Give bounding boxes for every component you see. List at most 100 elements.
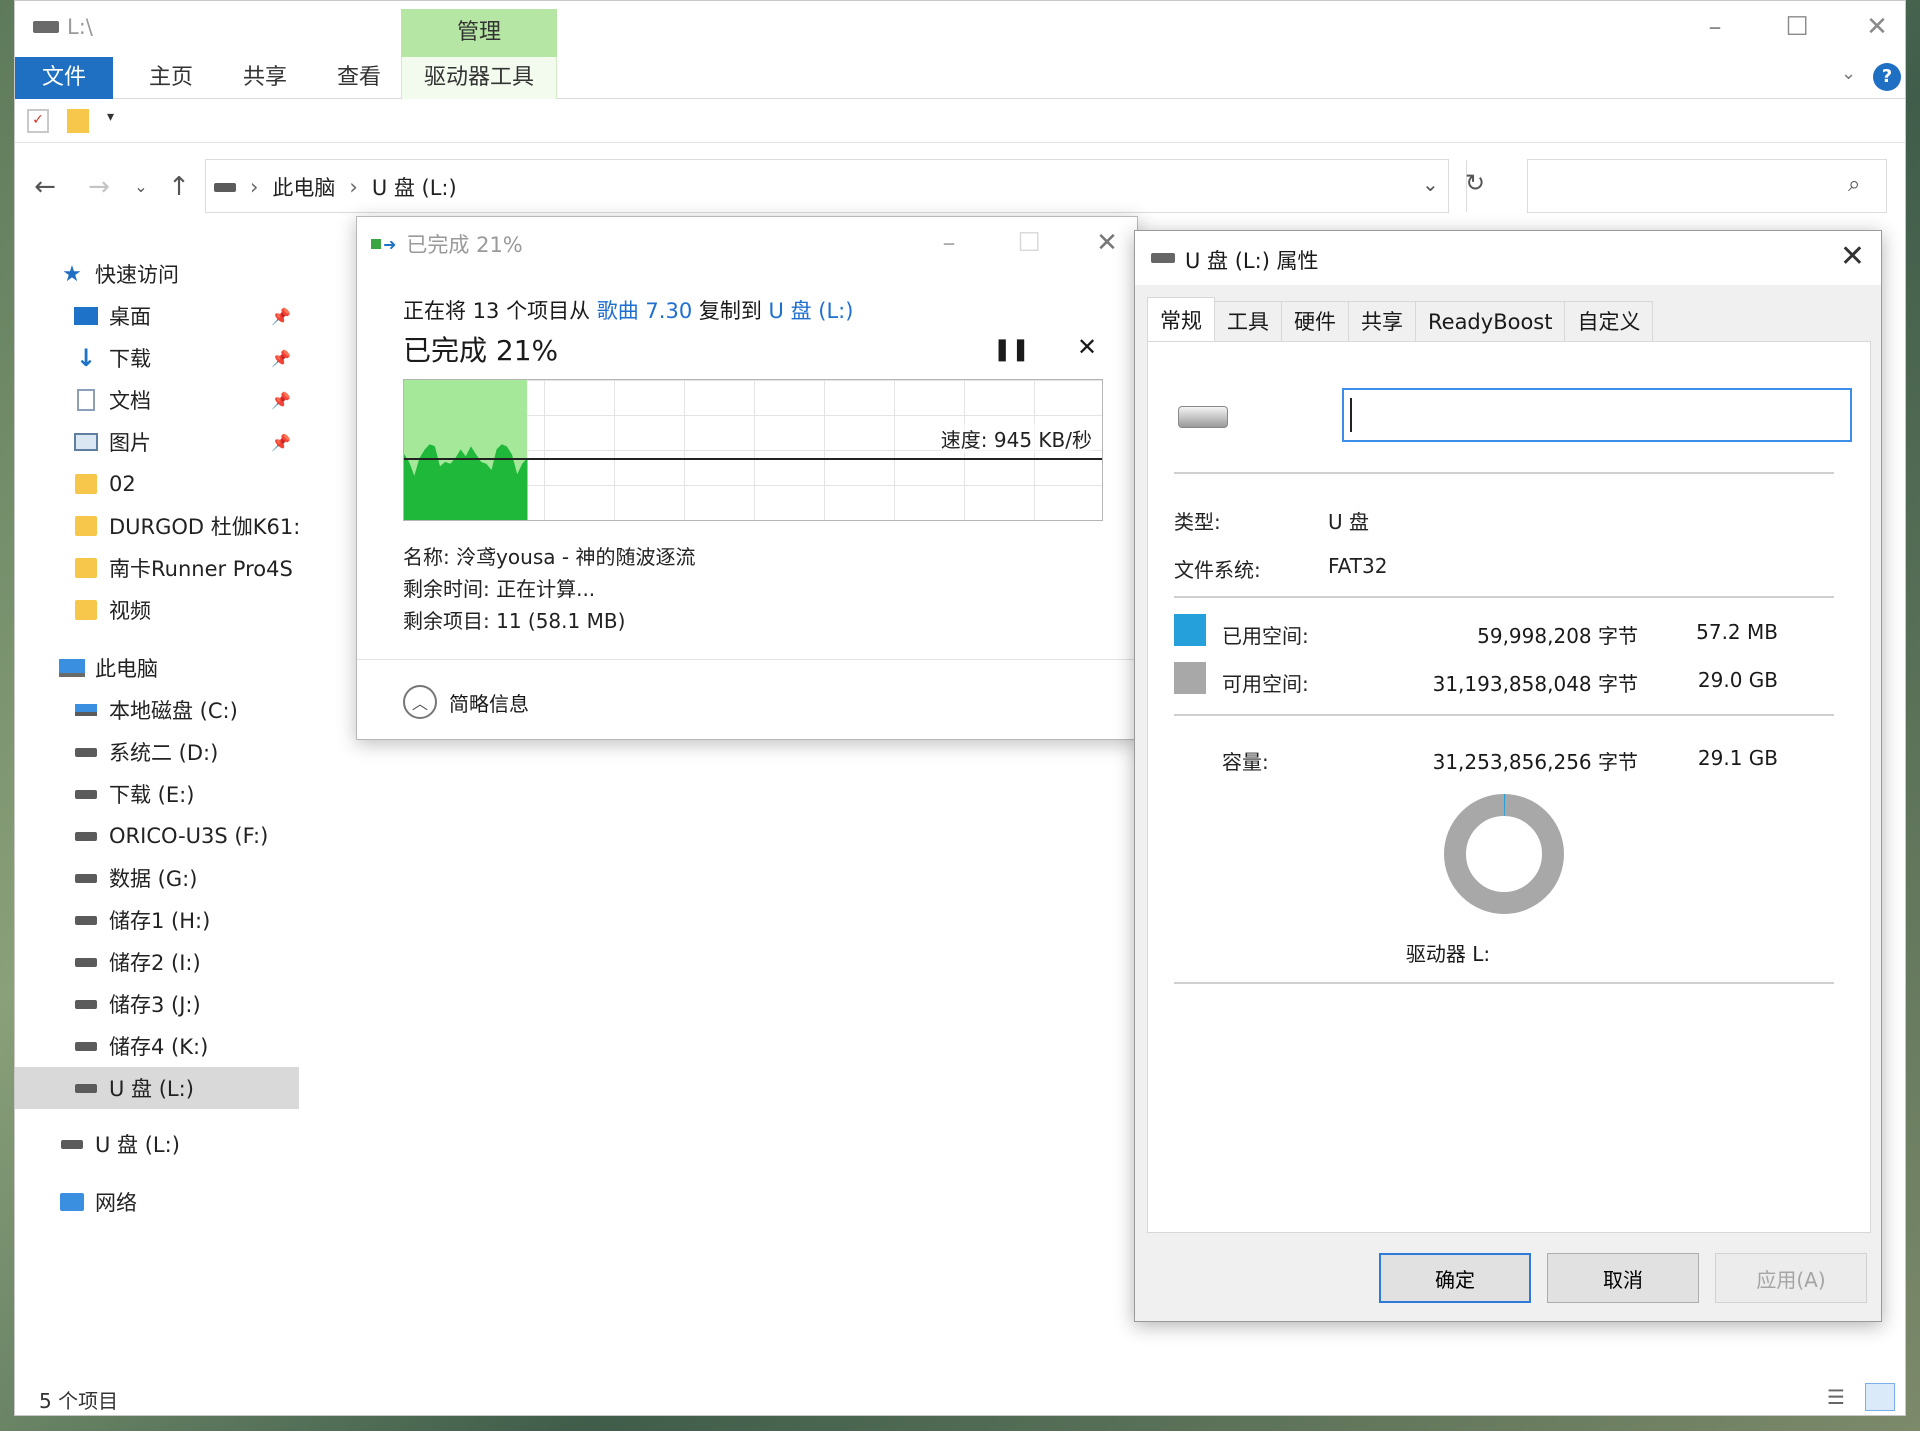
progress-percent: 已完成 21% xyxy=(403,334,559,367)
forward-arrow-icon[interactable]: → xyxy=(81,169,117,205)
refresh-icon[interactable]: ↻ xyxy=(1465,169,1485,197)
tab-hardware[interactable]: 硬件 xyxy=(1281,301,1349,341)
new-folder-icon[interactable] xyxy=(67,109,89,133)
pause-icon[interactable]: ❚❚ xyxy=(993,337,1030,362)
nav-drive-h[interactable]: 储存1 (H:) xyxy=(15,899,299,941)
pin-icon[interactable]: 📌 xyxy=(271,391,291,410)
drive-icon xyxy=(73,1035,99,1057)
system-drive-icon xyxy=(73,699,99,721)
details-view-icon[interactable]: ☰ xyxy=(1827,1385,1845,1409)
nav-drive-f[interactable]: ORICO-U3S (F:) xyxy=(15,815,299,857)
divider xyxy=(1174,596,1834,598)
nav-pictures[interactable]: 图片 📌 xyxy=(15,421,299,463)
item-count: 5 个项目 xyxy=(39,1389,119,1413)
window-title: L:\ xyxy=(67,15,93,39)
folder-icon xyxy=(73,599,99,621)
nav-drive-c[interactable]: 本地磁盘 (C:) xyxy=(15,689,299,731)
nav-folder-02[interactable]: 02 xyxy=(15,463,299,505)
nav-desktop[interactable]: 桌面 📌 xyxy=(15,295,299,337)
type-label: 类型: xyxy=(1174,510,1221,534)
copy-file-icon: ➜ xyxy=(371,235,396,254)
breadcrumb-usb-drive[interactable]: U 盘 (L:) xyxy=(372,172,457,202)
divider xyxy=(357,659,1137,660)
tab-customize[interactable]: 自定义 xyxy=(1564,301,1654,341)
transfer-graph: 速度: 945 KB/秒 xyxy=(403,379,1103,521)
tab-drive-tools[interactable]: 驱动器工具 xyxy=(401,57,557,99)
nav-drive-e[interactable]: 下载 (E:) xyxy=(15,773,299,815)
pin-icon[interactable]: 📌 xyxy=(271,307,291,326)
status-bar: 5 个项目 ☰ xyxy=(15,1377,1905,1417)
free-space-size: 29.0 GB xyxy=(1697,668,1778,692)
tab-home[interactable]: 主页 xyxy=(131,57,211,99)
nav-folder-video[interactable]: 视频 xyxy=(15,589,299,631)
customize-toolbar-icon[interactable]: ▾ xyxy=(107,109,114,125)
tab-readyboost[interactable]: ReadyBoost xyxy=(1415,301,1566,341)
nav-quick-access[interactable]: ★ 快速访问 xyxy=(15,253,299,295)
ribbon-tabs: 文件 主页 共享 查看 驱动器工具 ⌄ ? xyxy=(15,57,1905,99)
minimize-button[interactable]: – xyxy=(1685,1,1745,53)
cancel-button[interactable]: 取消 xyxy=(1547,1253,1699,1303)
nav-this-pc[interactable]: 此电脑 xyxy=(15,647,299,689)
nav-folder-nank[interactable]: 南卡Runner Pro4S xyxy=(15,547,299,589)
up-arrow-icon[interactable]: ↑ xyxy=(161,169,197,205)
copy-description: 正在将 13 个项目从 歌曲 7.30 复制到 U 盘 (L:) xyxy=(403,299,854,323)
tab-file[interactable]: 文件 xyxy=(15,57,113,99)
search-input[interactable]: ⌕ xyxy=(1527,159,1887,213)
drive-icon xyxy=(73,741,99,763)
breadcrumb-separator-icon: › xyxy=(250,175,259,199)
apply-button[interactable]: 应用(A) xyxy=(1715,1253,1867,1303)
dialog-title: U 盘 (L:) 属性 xyxy=(1185,249,1319,273)
large-icons-view-icon[interactable] xyxy=(1865,1383,1895,1411)
back-arrow-icon[interactable]: ← xyxy=(27,169,63,205)
file-name: 名称: 泠鸢yousa - 神的随波逐流 xyxy=(403,545,696,569)
nav-usb-drive[interactable]: U 盘 (L:) xyxy=(15,1123,299,1165)
tab-share[interactable]: 共享 xyxy=(225,57,305,99)
address-bar[interactable]: › 此电脑 › U 盘 (L:) ⌄ xyxy=(205,159,1467,213)
tab-general[interactable]: 常规 xyxy=(1147,297,1215,341)
copy-progress-dialog: ➜ 已完成 21% – ☐ ✕ 正在将 13 个项目从 歌曲 7.30 复制到 … xyxy=(356,216,1138,740)
items-remaining: 剩余项目: 11 (58.1 MB) xyxy=(403,609,626,633)
nav-drive-j[interactable]: 储存3 (J:) xyxy=(15,983,299,1025)
nav-folder-durgod[interactable]: DURGOD 杜伽K61: xyxy=(15,505,299,547)
speed-label: 速度: 945 KB/秒 xyxy=(940,424,1092,453)
cancel-copy-icon[interactable]: ✕ xyxy=(1077,333,1097,361)
drive-name-input[interactable] xyxy=(1342,388,1852,442)
help-icon[interactable]: ? xyxy=(1873,63,1901,91)
drive-icon xyxy=(73,993,99,1015)
pictures-icon xyxy=(73,431,99,453)
fewer-details-toggle[interactable]: ︿ 简略信息 xyxy=(403,685,529,719)
ribbon-expand-chevron-icon[interactable]: ⌄ xyxy=(1841,63,1856,84)
usage-donut xyxy=(1444,794,1564,914)
pin-icon[interactable]: 📌 xyxy=(271,433,291,452)
close-icon[interactable]: ✕ xyxy=(1840,239,1865,274)
close-button[interactable]: ✕ xyxy=(1847,1,1907,53)
address-dropdown-chevron-icon[interactable]: ⌄ xyxy=(1422,172,1439,196)
maximize-button[interactable]: ☐ xyxy=(999,217,1059,269)
tab-sharing[interactable]: 共享 xyxy=(1348,301,1416,341)
tab-tools[interactable]: 工具 xyxy=(1214,301,1282,341)
nav-network[interactable]: 网络 xyxy=(15,1181,299,1223)
nav-documents[interactable]: 文档 📌 xyxy=(15,379,299,421)
nav-drive-g[interactable]: 数据 (G:) xyxy=(15,857,299,899)
nav-drive-l[interactable]: U 盘 (L:) xyxy=(15,1067,299,1109)
nav-drive-i[interactable]: 储存2 (I:) xyxy=(15,941,299,983)
nav-drive-k[interactable]: 储存4 (K:) xyxy=(15,1025,299,1067)
drive-properties-dialog: U 盘 (L:) 属性 ✕ 常规 工具 硬件 共享 ReadyBoost 自定义… xyxy=(1134,230,1882,1322)
close-button[interactable]: ✕ xyxy=(1077,217,1137,269)
pin-icon[interactable]: 📌 xyxy=(271,349,291,368)
recent-locations-chevron-icon[interactable]: ⌄ xyxy=(123,169,159,205)
breadcrumb-this-pc[interactable]: 此电脑 xyxy=(272,172,335,202)
tab-view[interactable]: 查看 xyxy=(319,57,399,99)
source-link[interactable]: 歌曲 7.30 xyxy=(597,299,692,323)
drive-icon xyxy=(73,825,99,847)
drive-icon xyxy=(73,951,99,973)
ok-button[interactable]: 确定 xyxy=(1379,1253,1531,1303)
free-space-swatch xyxy=(1174,662,1206,694)
nav-downloads[interactable]: ↓ 下载 📌 xyxy=(15,337,299,379)
nav-drive-d[interactable]: 系统二 (D:) xyxy=(15,731,299,773)
navigation-pane: ★ 快速访问 桌面 📌 ↓ 下载 📌 文档 📌 图片 📌 02 DURGOD 杜… xyxy=(15,227,299,1377)
destination-link[interactable]: U 盘 (L:) xyxy=(769,299,854,323)
minimize-button[interactable]: – xyxy=(919,217,979,269)
maximize-button[interactable]: ☐ xyxy=(1767,1,1827,53)
properties-icon[interactable]: ✓ xyxy=(27,109,49,133)
